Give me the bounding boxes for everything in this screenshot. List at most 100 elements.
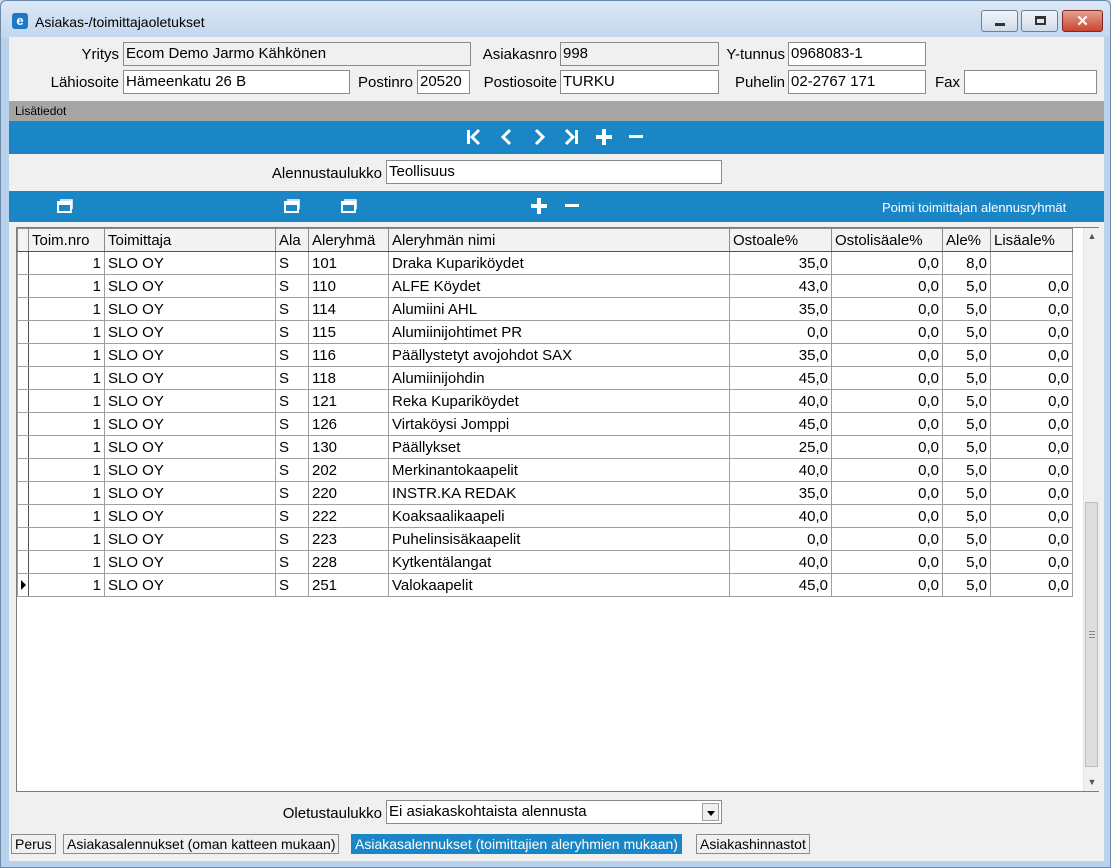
close-button[interactable]: ✕ <box>1062 10 1103 32</box>
row-indicator[interactable] <box>17 435 29 459</box>
table-cell[interactable]: 1 <box>28 435 105 459</box>
table-cell[interactable]: Päällykset <box>388 435 730 459</box>
table-cell[interactable]: 0,0 <box>729 527 832 551</box>
table-cell[interactable]: 5,0 <box>942 343 991 367</box>
scroll-up-icon[interactable]: ▲ <box>1084 228 1100 244</box>
table-cell[interactable]: Virtaköysi Jomppi <box>388 412 730 436</box>
table-cell[interactable]: 0,0 <box>729 320 832 344</box>
table-cell[interactable]: 45,0 <box>729 412 832 436</box>
tab-perus[interactable]: Perus <box>11 834 56 854</box>
table-cell[interactable]: SLO OY <box>104 366 276 390</box>
row-indicator[interactable] <box>17 343 29 367</box>
table-cell[interactable]: 0,0 <box>831 481 943 505</box>
table-cell[interactable]: 0,0 <box>990 504 1073 528</box>
row-indicator[interactable] <box>17 274 29 298</box>
table-cell[interactable]: 5,0 <box>942 550 991 574</box>
table-cell[interactable]: 5,0 <box>942 297 991 321</box>
table-cell[interactable]: S <box>275 251 309 275</box>
table-cell[interactable]: 0,0 <box>831 251 943 275</box>
table-cell[interactable]: 0,0 <box>831 550 943 574</box>
row-indicator[interactable] <box>17 389 29 413</box>
column-header[interactable]: Ale% <box>942 228 991 252</box>
pick-discount-groups-link[interactable]: Poimi toimittajan alennusryhmät <box>882 200 1066 215</box>
table-cell[interactable]: SLO OY <box>104 550 276 574</box>
table-cell[interactable]: Puhelinsisäkaapelit <box>388 527 730 551</box>
table-cell[interactable]: 40,0 <box>729 550 832 574</box>
table-cell[interactable]: 228 <box>308 550 389 574</box>
table-cell[interactable]: 40,0 <box>729 458 832 482</box>
table-cell[interactable]: 0,0 <box>831 504 943 528</box>
minimize-button[interactable] <box>981 10 1018 32</box>
table-cell[interactable]: 5,0 <box>942 274 991 298</box>
table-cell[interactable]: 202 <box>308 458 389 482</box>
table-cell[interactable]: S <box>275 412 309 436</box>
table-cell[interactable]: Merkinantokaapelit <box>388 458 730 482</box>
table-cell[interactable]: S <box>275 504 309 528</box>
maximize-button[interactable] <box>1021 10 1058 32</box>
table-cell[interactable]: 101 <box>308 251 389 275</box>
next-record-icon[interactable] <box>528 127 550 151</box>
table-cell[interactable]: 1 <box>28 573 105 597</box>
table-cell[interactable]: 0,0 <box>990 481 1073 505</box>
table-cell[interactable]: SLO OY <box>104 274 276 298</box>
table-cell[interactable]: SLO OY <box>104 458 276 482</box>
postinro-field[interactable]: 20520 <box>417 70 470 94</box>
oletustaulukko-select[interactable]: Ei asiakaskohtaista alennusta <box>386 800 722 824</box>
table-cell[interactable]: 0,0 <box>990 527 1073 551</box>
yritys-field[interactable]: Ecom Demo Jarmo Kähkönen <box>123 42 471 66</box>
table-cell[interactable]: 40,0 <box>729 504 832 528</box>
table-cell[interactable]: 0,0 <box>831 389 943 413</box>
table-cell[interactable]: 0,0 <box>990 389 1073 413</box>
last-record-icon[interactable] <box>560 127 582 151</box>
table-cell[interactable]: 0,0 <box>831 435 943 459</box>
table-cell[interactable]: 0,0 <box>990 297 1073 321</box>
column-header[interactable]: Ostolisäale% <box>831 228 943 252</box>
table-cell[interactable]: SLO OY <box>104 251 276 275</box>
table-cell[interactable]: 35,0 <box>729 481 832 505</box>
table-cell[interactable]: S <box>275 527 309 551</box>
table-row[interactable]: 1 SLO OY S 110 ALFE Köydet 43,0 0,0 5,0 0,0 <box>17 274 1073 298</box>
table-cell[interactable]: 35,0 <box>729 297 832 321</box>
table-row[interactable]: 1 SLO OY S 126 Virtaköysi Jomppi 45,0 0,0 5,0 0,… <box>17 412 1073 436</box>
table-cell[interactable]: 5,0 <box>942 389 991 413</box>
table-cell[interactable]: 35,0 <box>729 343 832 367</box>
lisatiedot-header[interactable]: Lisätiedot <box>9 101 1104 121</box>
table-cell[interactable]: Alumiinijohtimet PR <box>388 320 730 344</box>
window-icon[interactable] <box>284 199 300 217</box>
table-cell[interactable]: 5,0 <box>942 481 991 505</box>
table-cell[interactable]: 1 <box>28 504 105 528</box>
table-cell[interactable]: Draka Kupariköydet <box>388 251 730 275</box>
table-cell[interactable]: 223 <box>308 527 389 551</box>
table-cell[interactable]: 0,0 <box>990 435 1073 459</box>
table-cell[interactable]: S <box>275 274 309 298</box>
row-indicator[interactable] <box>17 550 29 574</box>
row-indicator[interactable] <box>17 412 29 436</box>
table-row[interactable]: 1 SLO OY S 101 Draka Kupariköydet 35,0 0,0 8,0 <box>17 251 1073 275</box>
table-cell[interactable]: 116 <box>308 343 389 367</box>
column-header[interactable]: Toim.nro <box>28 228 105 252</box>
table-cell[interactable]: 5,0 <box>942 366 991 390</box>
table-cell[interactable]: 40,0 <box>729 389 832 413</box>
table-cell[interactable]: 0,0 <box>831 527 943 551</box>
table-cell[interactable]: 5,0 <box>942 320 991 344</box>
table-cell[interactable]: SLO OY <box>104 343 276 367</box>
column-header[interactable]: Ostoale% <box>729 228 832 252</box>
table-cell[interactable]: SLO OY <box>104 297 276 321</box>
column-header[interactable]: Toimittaja <box>104 228 276 252</box>
tab-asiakasalennukset-oma-kate[interactable]: Asiakasalennukset (oman katteen mukaan) <box>63 834 340 854</box>
table-cell[interactable]: 1 <box>28 412 105 436</box>
remove-row-icon[interactable] <box>562 196 582 220</box>
table-cell[interactable]: 1 <box>28 458 105 482</box>
table-cell[interactable]: Alumiini AHL <box>388 297 730 321</box>
table-row[interactable]: 1 SLO OY S 115 Alumiinijohtimet PR 0,0 0,0 5,0 0… <box>17 320 1073 344</box>
table-cell[interactable]: Päällystetyt avojohdot SAX <box>388 343 730 367</box>
table-cell[interactable]: SLO OY <box>104 389 276 413</box>
table-cell[interactable]: SLO OY <box>104 412 276 436</box>
table-cell[interactable]: 1 <box>28 389 105 413</box>
table-cell[interactable]: 222 <box>308 504 389 528</box>
table-cell[interactable]: 5,0 <box>942 527 991 551</box>
table-row[interactable]: 1 SLO OY S 222 Koaksaalikaapeli 40,0 0,0 5,0 0,0 <box>17 504 1073 528</box>
add-row-icon[interactable] <box>529 196 549 220</box>
row-indicator[interactable] <box>17 297 29 321</box>
table-cell[interactable]: 0,0 <box>990 573 1073 597</box>
